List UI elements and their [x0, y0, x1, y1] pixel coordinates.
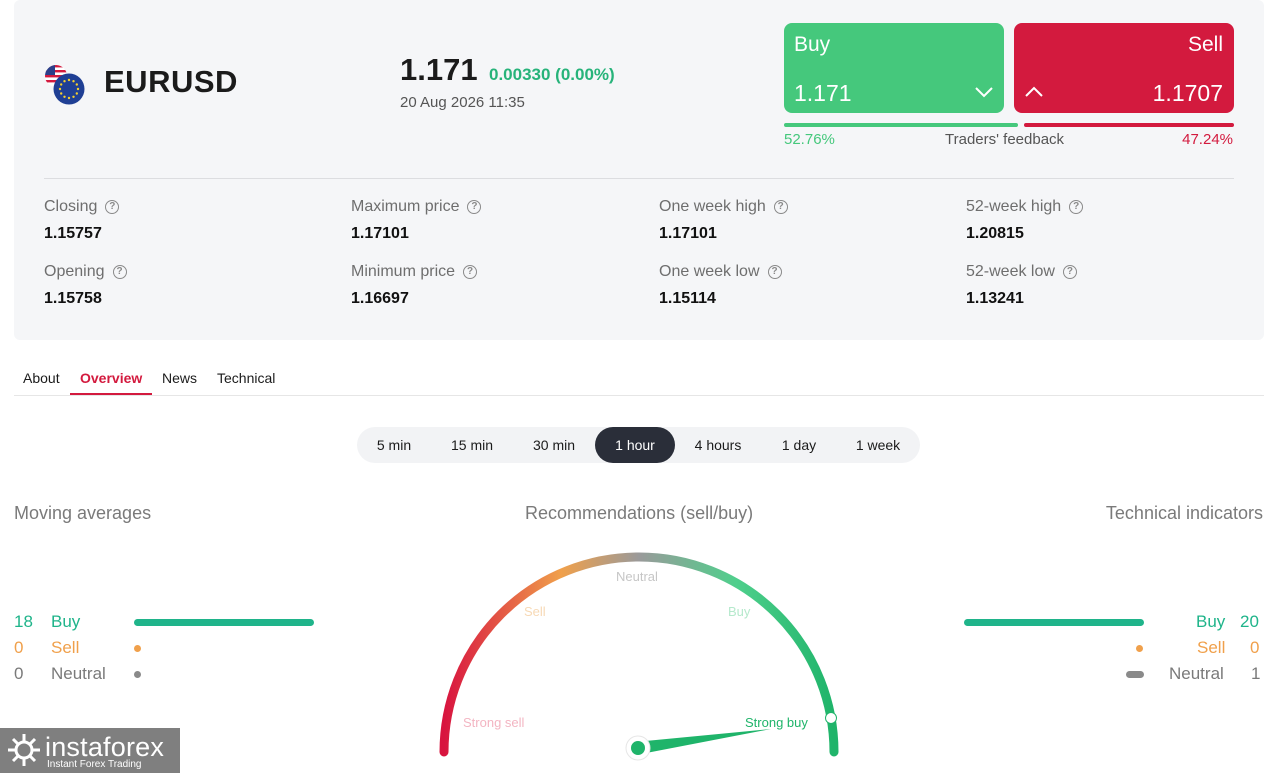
- sell-price: 1.1707: [1152, 80, 1223, 106]
- instaforex-logo-icon: [8, 734, 40, 766]
- chevron-up-icon: [1025, 86, 1043, 97]
- ti-neutral-bar: [1126, 671, 1144, 678]
- stat-maximum-price: Maximum price? 1.17101: [351, 198, 482, 243]
- gauge-marker: [825, 712, 837, 724]
- gauge-needle: [635, 729, 771, 754]
- recommendation-gauge: Strong sell Sell Neutral Buy Strong buy: [439, 552, 839, 761]
- stat-one-week-low: One week low? 1.15114: [659, 263, 782, 308]
- stat-one-week-high: One week high? 1.17101: [659, 198, 788, 243]
- help-icon[interactable]: ?: [112, 265, 127, 279]
- help-icon[interactable]: ?: [105, 200, 120, 214]
- stat-label: Minimum price: [351, 263, 456, 280]
- sell-button[interactable]: Sell 1.1707: [1014, 23, 1234, 113]
- buy-button[interactable]: Buy 1.171: [784, 23, 1004, 113]
- ti-neutral-label: Neutral: [1169, 664, 1224, 683]
- timeframe-30-min[interactable]: 30 min: [513, 427, 595, 463]
- ma-neutral-count: 0: [14, 664, 24, 683]
- help-icon[interactable]: ?: [1069, 200, 1084, 214]
- tab-news[interactable]: News: [162, 370, 197, 386]
- header-divider: [44, 178, 1234, 179]
- help-icon[interactable]: ?: [463, 265, 478, 279]
- gauge-neutral-label: Neutral: [616, 569, 658, 584]
- price-change: 0.00330 (0.00%): [489, 65, 615, 84]
- instaforex-watermark: instaforex Instant Forex Trading: [0, 728, 180, 773]
- eu-flag-icon: [53, 73, 85, 105]
- ma-buy-label: Buy: [51, 612, 81, 631]
- ti-sell-count: 0: [1250, 638, 1260, 657]
- currency-pair-flag-icon: [45, 65, 85, 105]
- feedback-buy-bar: [784, 123, 1018, 127]
- feedback-sell-bar: [1024, 123, 1234, 127]
- stat-label: Closing: [44, 198, 98, 215]
- stat-label: One week high: [659, 198, 766, 215]
- tab-overview[interactable]: Overview: [80, 370, 142, 386]
- timeframe-1-hour[interactable]: 1 hour: [595, 427, 675, 463]
- buy-price: 1.171: [794, 80, 852, 106]
- ti-sell-label: Sell: [1197, 638, 1226, 657]
- stat-52-week-high: 52-week high? 1.20815: [966, 198, 1084, 243]
- timeframe-15-min[interactable]: 15 min: [431, 427, 513, 463]
- stat-value: 1.15757: [44, 225, 102, 242]
- timeframe-1-day[interactable]: 1 day: [761, 427, 837, 463]
- tab-about[interactable]: About: [23, 370, 60, 386]
- stat-label: Opening: [44, 263, 105, 280]
- ma-sell-label: Sell: [51, 638, 80, 657]
- ti-buy-count: 20: [1240, 612, 1259, 631]
- quote-datetime: 20 Aug 2026 11:35: [400, 94, 525, 111]
- timeframe-selector: 5 min 15 min 30 min 1 hour 4 hours 1 day…: [357, 427, 920, 463]
- feedback-sell-percent: 47.24%: [1182, 131, 1233, 148]
- instrument-symbol: EURUSD: [104, 64, 238, 99]
- ma-sell-bar: [134, 645, 141, 652]
- stat-opening: Opening? 1.15758: [44, 263, 127, 308]
- traders-feedback-label: Traders' feedback: [945, 131, 1065, 148]
- ma-neutral-label: Neutral: [51, 664, 106, 683]
- gauge-strong-buy-label: Strong buy: [745, 715, 808, 730]
- stat-value: 1.15114: [659, 290, 716, 307]
- technical-indicators-title: Technical indicators: [1105, 503, 1263, 523]
- ma-buy-count: 18: [14, 612, 33, 631]
- ti-buy-bar: [964, 619, 1144, 626]
- help-icon[interactable]: ?: [467, 200, 482, 214]
- stat-label: One week low: [659, 263, 760, 280]
- timeframe-1-week[interactable]: 1 week: [837, 427, 919, 463]
- stat-label: 52-week low: [966, 263, 1055, 280]
- timeframe-5-min[interactable]: 5 min: [357, 427, 431, 463]
- ti-sell-bar: [1136, 645, 1143, 652]
- chevron-down-icon: [975, 87, 993, 98]
- active-tab-indicator: [70, 393, 152, 395]
- ti-neutral-count: 1: [1251, 664, 1261, 683]
- ma-neutral-bar: [134, 671, 141, 678]
- stat-value: 1.20815: [966, 225, 1024, 242]
- ma-sell-count: 0: [14, 638, 24, 657]
- ti-buy-label: Buy: [1196, 612, 1226, 631]
- recommendations-title: Recommendations (sell/buy): [525, 503, 754, 523]
- current-price: 1.171: [400, 52, 478, 87]
- watermark-tagline: Instant Forex Trading: [47, 759, 142, 770]
- section-tabs: About Overview News Technical: [14, 358, 1264, 396]
- tab-technical[interactable]: Technical: [217, 370, 275, 386]
- stat-label: 52-week high: [966, 198, 1062, 215]
- buy-button-label: Buy: [794, 33, 831, 56]
- stat-52-week-low: 52-week low? 1.13241: [966, 263, 1077, 308]
- help-icon[interactable]: ?: [1062, 265, 1077, 279]
- stat-value: 1.13241: [966, 290, 1024, 307]
- stat-value: 1.17101: [659, 225, 717, 242]
- stat-closing: Closing? 1.15757: [44, 198, 120, 243]
- gauge-strong-sell-label: Strong sell: [463, 715, 525, 730]
- gauge-buy-label: Buy: [728, 604, 751, 619]
- help-icon[interactable]: ?: [773, 200, 788, 214]
- stat-minimum-price: Minimum price? 1.16697: [351, 263, 478, 308]
- moving-averages-title: Moving averages: [14, 503, 152, 523]
- stat-value: 1.17101: [351, 225, 409, 242]
- stat-label: Maximum price: [351, 198, 460, 215]
- gauge-needle-hub: [631, 741, 645, 755]
- feedback-buy-percent: 52.76%: [784, 131, 835, 148]
- gauge-sell-label: Sell: [524, 604, 546, 619]
- help-icon[interactable]: ?: [767, 265, 782, 279]
- timeframe-4-hours[interactable]: 4 hours: [675, 427, 761, 463]
- stat-value: 1.16697: [351, 290, 409, 307]
- stat-value: 1.15758: [44, 290, 102, 307]
- ma-buy-bar: [134, 619, 314, 626]
- sell-button-label: Sell: [1187, 33, 1223, 56]
